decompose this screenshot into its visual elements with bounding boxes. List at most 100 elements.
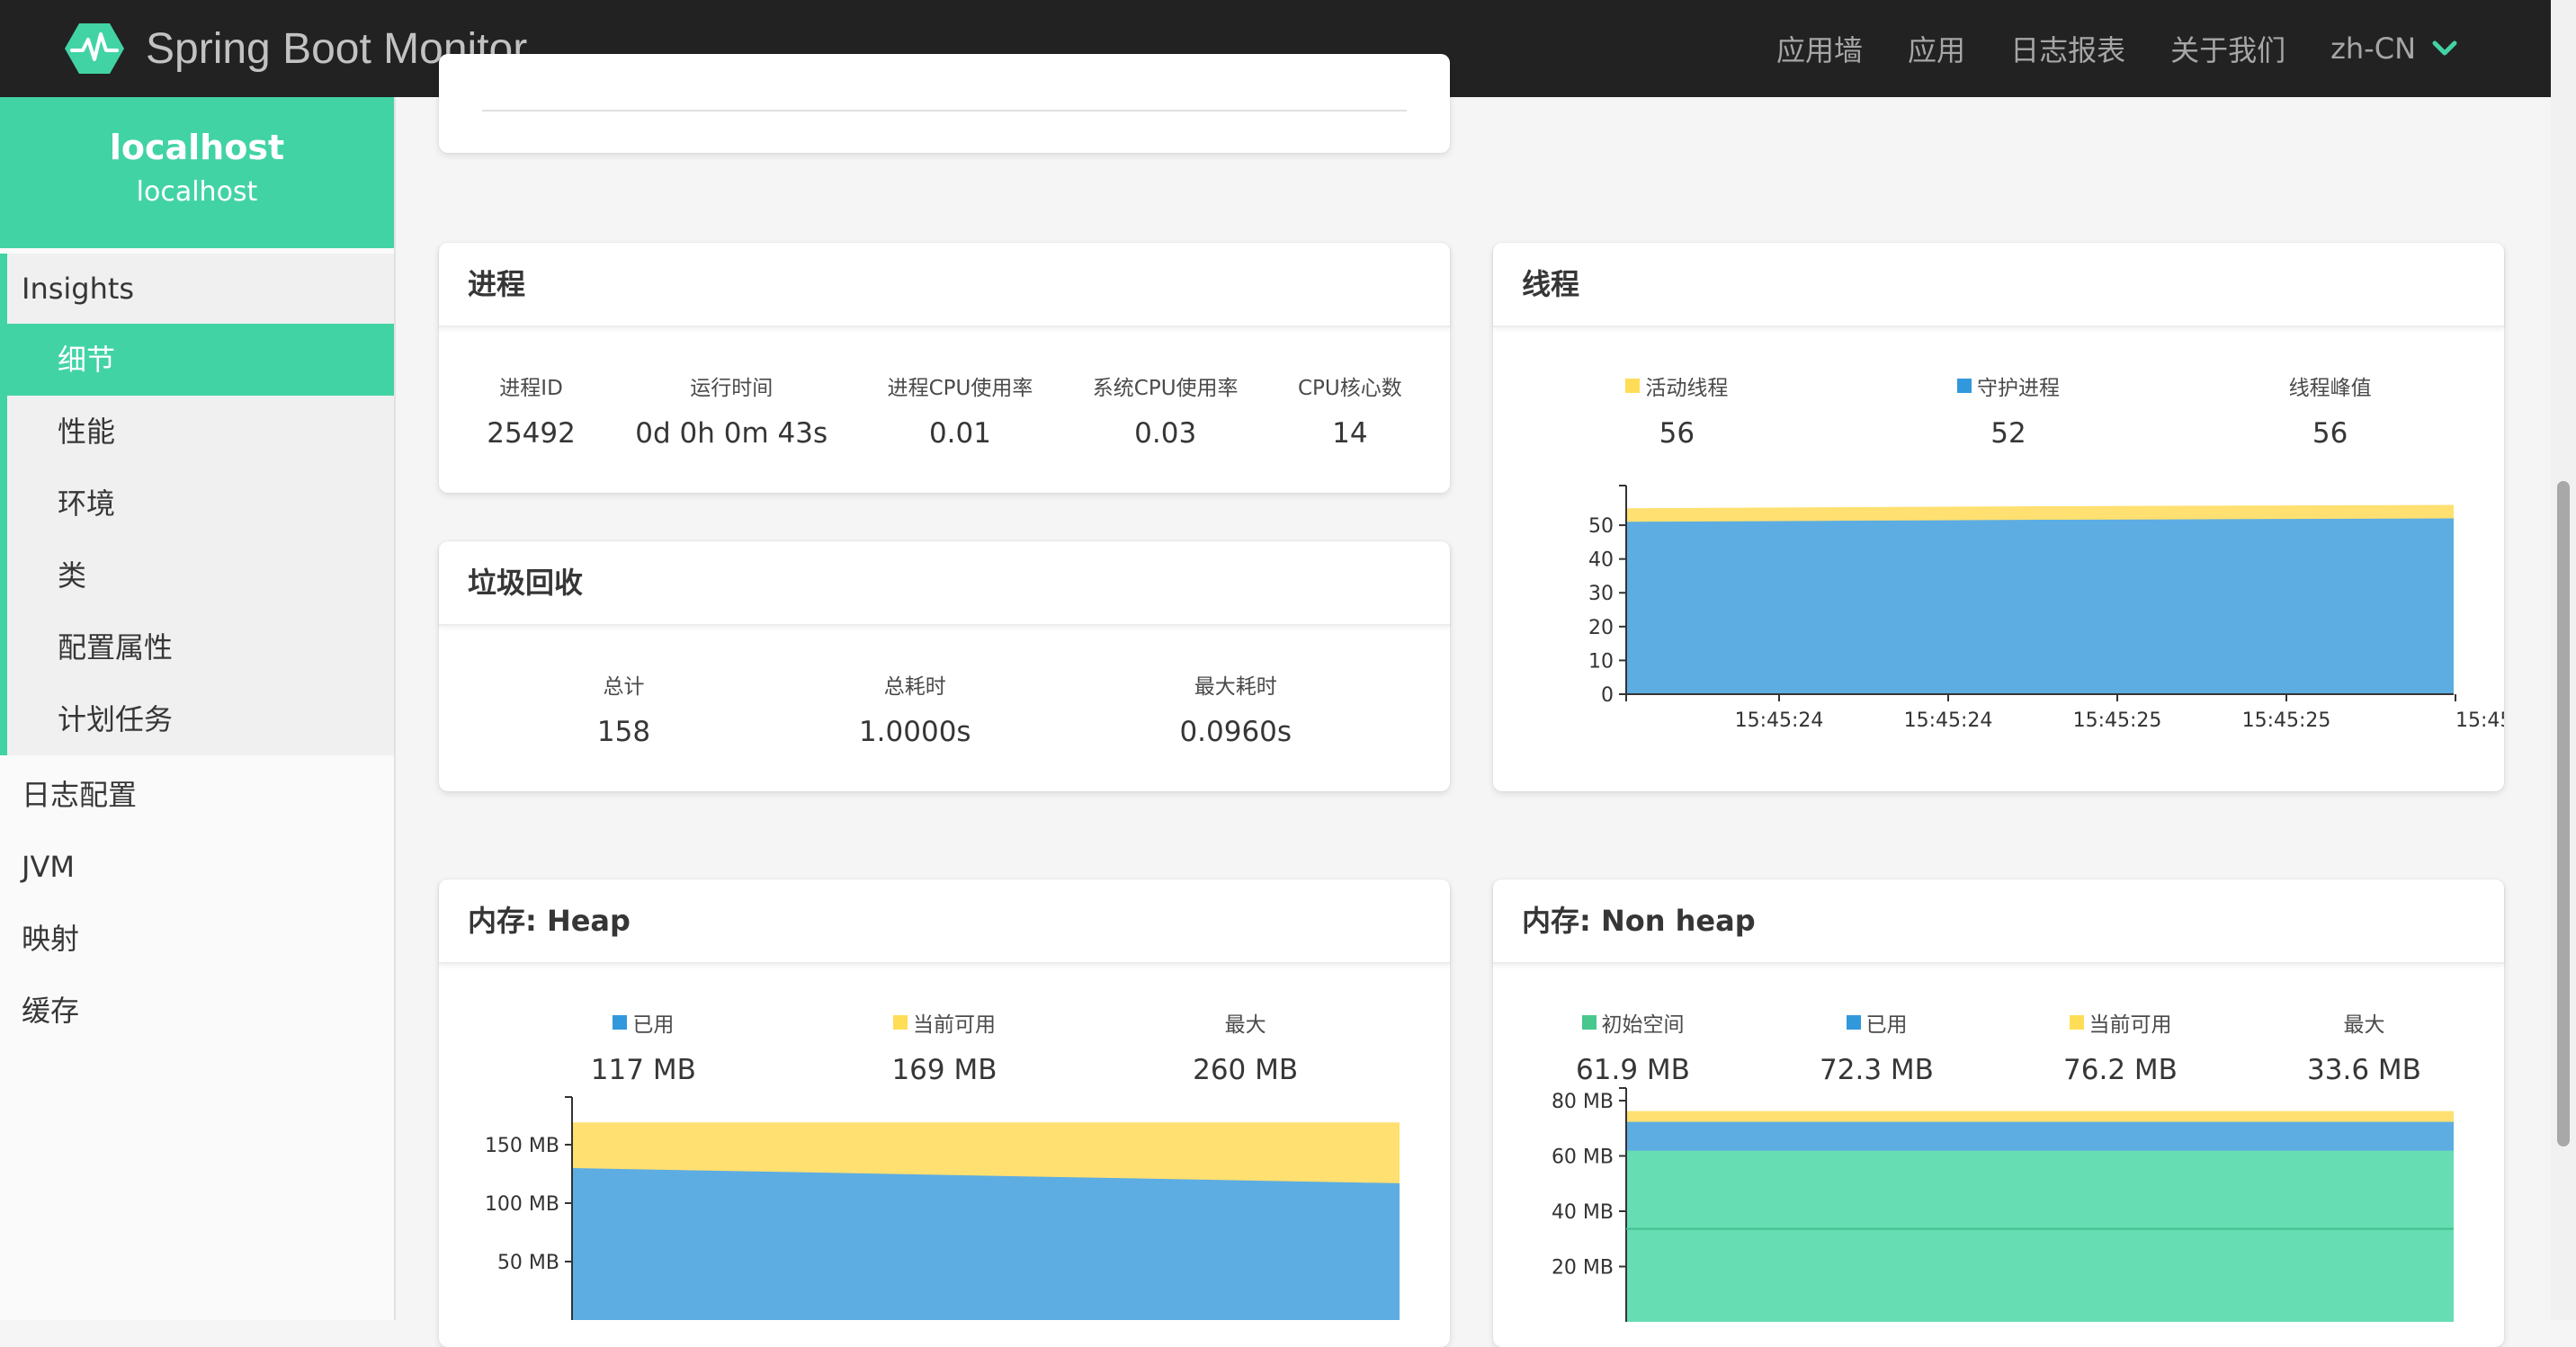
sidebar-item-jvm[interactable]: JVM bbox=[0, 831, 394, 903]
legend-swatch bbox=[2069, 1015, 2084, 1030]
heartbeat-logo-icon bbox=[65, 23, 124, 74]
x-tick-label: 15:45:25 bbox=[2242, 709, 2331, 732]
legend-swatch bbox=[1581, 1015, 1597, 1030]
stat-heap-max: 最大 260 MB bbox=[1193, 1007, 1298, 1086]
sidebar-item-caches[interactable]: 缓存 bbox=[0, 975, 394, 1047]
sidebar-item-metrics[interactable]: 性能 bbox=[7, 396, 394, 468]
y-tick-label: 80 MB bbox=[1552, 1091, 1614, 1113]
legend-label: 守护进程 bbox=[1976, 377, 2060, 400]
heap-chart: 150 MB 100 MB 50 MB bbox=[485, 1096, 1400, 1320]
legend-swatch bbox=[1625, 379, 1641, 393]
gc-title: 垃圾回收 bbox=[439, 541, 1450, 626]
process-stats: 进程ID 25492 运行时间 0d 0h 0m 43s 进程CPU使用率 0.… bbox=[439, 327, 1450, 450]
stat-label: 初始空间 bbox=[1576, 1007, 1690, 1038]
y-tick-label: 0 bbox=[1601, 684, 1614, 707]
threads-chart: 0 10 20 30 40 50 15:45:24 15:45:24 15:45:25 15:45… bbox=[1588, 485, 2504, 732]
stat-system-cpu: 系统CPU使用率 0.03 bbox=[1093, 370, 1239, 450]
stat-nonheap-init: 初始空间 61.9 MB bbox=[1576, 1007, 1690, 1086]
process-title: 进程 bbox=[439, 243, 1450, 327]
sidebar-item-details[interactable]: 细节 bbox=[7, 324, 394, 396]
stat-value: 169 MB bbox=[891, 1054, 997, 1086]
stat-value: 117 MB bbox=[590, 1054, 696, 1086]
legend-swatch bbox=[1956, 379, 1972, 393]
y-tick-label: 50 MB bbox=[497, 1252, 559, 1274]
nav-about[interactable]: 关于我们 bbox=[2170, 28, 2285, 69]
y-tick-label: 150 MB bbox=[485, 1135, 559, 1157]
sidebar-item-classes[interactable]: 类 bbox=[7, 540, 394, 611]
stat-label: 守护进程 bbox=[1956, 370, 2060, 401]
stat-label: 系统CPU使用率 bbox=[1092, 377, 1239, 400]
stat-gc-max-time: 最大耗时 0.0960s bbox=[1179, 669, 1292, 748]
stat-label: 活动线程 bbox=[1625, 370, 1728, 401]
stat-heap-used: 已用 117 MB bbox=[591, 1007, 696, 1086]
stat-uptime: 运行时间 0d 0h 0m 43s bbox=[635, 370, 827, 450]
language-selector[interactable]: zh-CN bbox=[2330, 31, 2457, 66]
nonheap-stats: 初始空间 61.9 MB 已用 72.3 MB 当前可用 76.2 MB 最大 … bbox=[1493, 964, 2504, 1086]
stat-value: 0.01 bbox=[928, 417, 991, 450]
stat-nonheap-committed: 当前可用 76.2 MB bbox=[2063, 1007, 2178, 1086]
stat-value: 56 bbox=[1659, 417, 1695, 450]
stat-heap-committed: 当前可用 169 MB bbox=[891, 1007, 997, 1086]
stat-label: 最大 bbox=[2343, 1013, 2385, 1037]
heap-title: 内存: Heap bbox=[439, 879, 1450, 964]
stat-label: 已用 bbox=[1820, 1007, 1934, 1038]
stat-nonheap-max: 最大 33.6 MB bbox=[2307, 1007, 2421, 1086]
nonheap-card: 内存: Non heap 初始空间 61.9 MB 已用 72.3 MB 当前可… bbox=[1493, 879, 2504, 1347]
stat-label: 线程峰值 bbox=[2288, 377, 2372, 400]
stat-value: 0.03 bbox=[1134, 417, 1197, 450]
area-series-0 bbox=[1626, 1150, 2454, 1322]
nonheap-chart: 80 MB 60 MB 40 MB 20 MB bbox=[1552, 1087, 2454, 1322]
sidebar-item-insights[interactable]: Insights bbox=[7, 254, 394, 324]
y-tick-label: 60 MB bbox=[1552, 1146, 1614, 1169]
legend-label: 当前可用 bbox=[912, 1013, 996, 1037]
stat-label: 当前可用 bbox=[2063, 1007, 2178, 1038]
stat-gc-total-time: 总耗时 1.0000s bbox=[859, 669, 971, 748]
legend-swatch bbox=[1846, 1015, 1861, 1030]
stat-value: 1.0000s bbox=[858, 716, 971, 748]
stat-cpu-cores: CPU核心数 14 bbox=[1298, 370, 1402, 450]
stat-process-cpu: 进程CPU使用率 0.01 bbox=[888, 370, 1033, 450]
stat-label: 当前可用 bbox=[891, 1007, 997, 1038]
nav-journal[interactable]: 日志报表 bbox=[2010, 28, 2125, 69]
sidebar-item-environment[interactable]: 环境 bbox=[7, 468, 394, 540]
page-scrollbar[interactable] bbox=[2551, 0, 2576, 1320]
stat-value: 14 bbox=[1332, 417, 1368, 450]
language-label: zh-CN bbox=[2330, 31, 2416, 66]
top-nav: 应用墙 应用 日志报表 关于我们 zh-CN bbox=[1731, 0, 2457, 97]
sidebar-item-config-props[interactable]: 配置属性 bbox=[7, 611, 394, 683]
stat-label: 已用 bbox=[591, 1007, 696, 1038]
stat-value: 0d 0h 0m 43s bbox=[635, 417, 828, 450]
stat-value: 260 MB bbox=[1193, 1054, 1299, 1086]
x-tick-label: 15:45:2 bbox=[2455, 709, 2504, 732]
area-series-0 bbox=[1626, 518, 2454, 694]
stat-label: 进程CPU使用率 bbox=[887, 377, 1033, 400]
legend-swatch bbox=[892, 1015, 908, 1030]
stat-pid: 进程ID 25492 bbox=[487, 370, 576, 450]
stat-label: 总耗时 bbox=[883, 675, 946, 699]
y-tick-label: 40 MB bbox=[1552, 1201, 1614, 1224]
gc-card: 垃圾回收 总计 158 总耗时 1.0000s 最大耗时 0.0960s bbox=[439, 541, 1450, 791]
sidebar-item-mappings[interactable]: 映射 bbox=[0, 903, 394, 975]
stat-label: 最大 bbox=[1224, 1013, 1266, 1037]
y-tick-label: 20 bbox=[1588, 617, 1614, 639]
stat-peak-threads: 线程峰值 56 bbox=[2289, 370, 2372, 450]
nonheap-title: 内存: Non heap bbox=[1493, 879, 2504, 964]
nav-wallboard[interactable]: 应用墙 bbox=[1776, 28, 1863, 69]
sidebar-item-loggers[interactable]: 日志配置 bbox=[0, 759, 394, 831]
area-series-0 bbox=[572, 1168, 1400, 1320]
legend-label: 活动线程 bbox=[1645, 377, 1729, 400]
heap-card: 内存: Heap 已用 117 MB 当前可用 169 MB 最大 260 MB… bbox=[439, 879, 1450, 1347]
stat-label: 总计 bbox=[603, 675, 645, 699]
legend-label: 已用 bbox=[632, 1013, 675, 1037]
sidebar-item-scheduled-tasks[interactable]: 计划任务 bbox=[7, 683, 394, 755]
stat-value: 0.0960s bbox=[1179, 716, 1292, 748]
process-card: 进程 进程ID 25492 运行时间 0d 0h 0m 43s 进程CPU使用率… bbox=[439, 243, 1450, 493]
stat-gc-count: 总计 158 bbox=[597, 669, 650, 748]
y-tick-label: 50 bbox=[1588, 515, 1614, 538]
scrollbar-thumb[interactable] bbox=[2557, 481, 2570, 1146]
y-tick-label: 40 bbox=[1588, 549, 1614, 572]
nav-applications[interactable]: 应用 bbox=[1908, 28, 1965, 69]
previous-card bbox=[439, 54, 1450, 153]
threads-title: 线程 bbox=[1493, 243, 2504, 327]
legend-label: 已用 bbox=[1865, 1013, 1908, 1037]
